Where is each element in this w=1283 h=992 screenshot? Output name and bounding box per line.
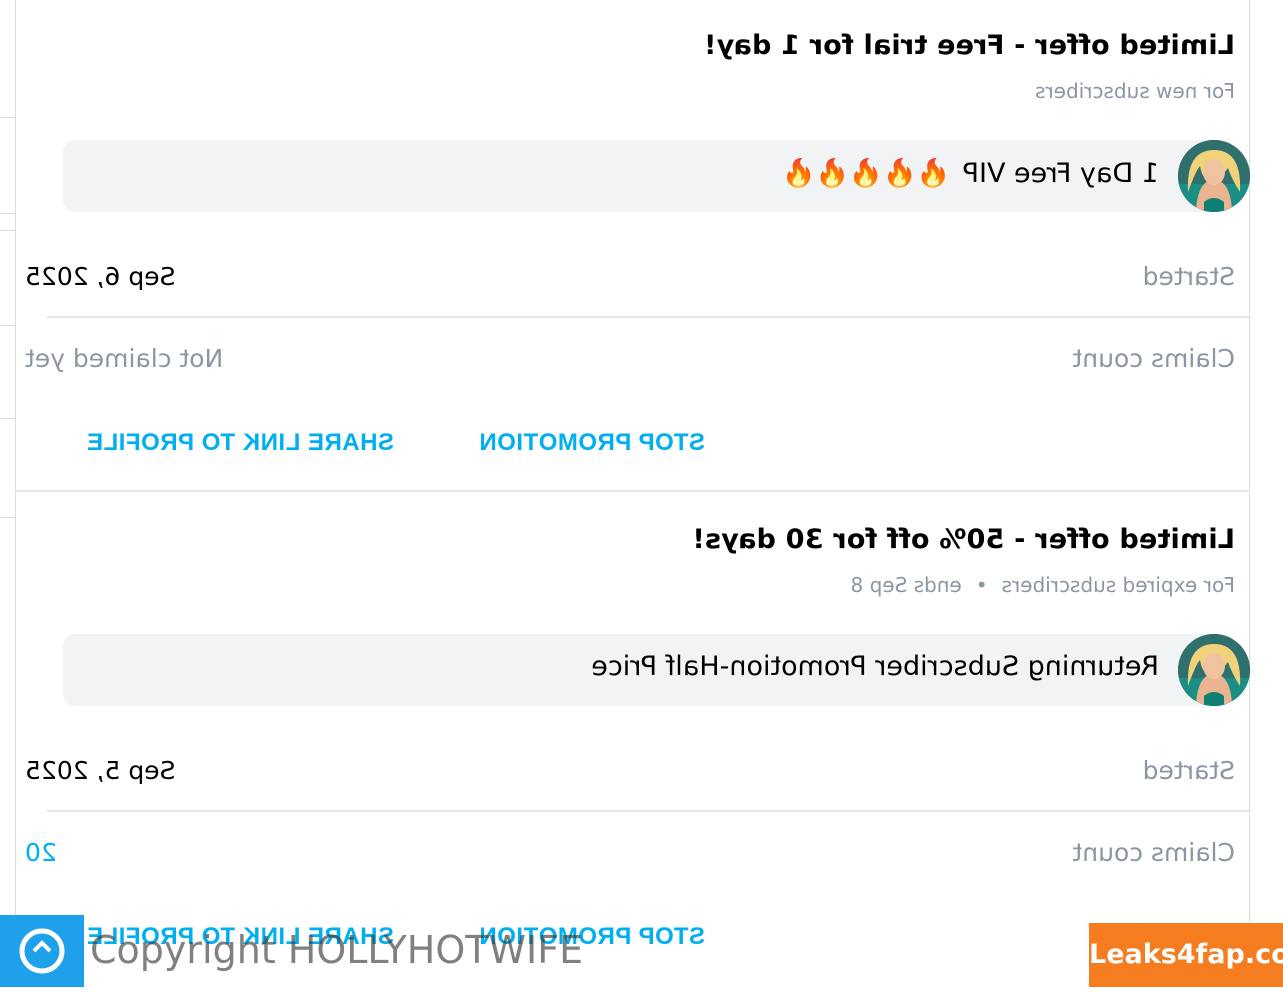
gutter-divider bbox=[0, 325, 16, 326]
promotion-message: Returning Subscriber Promotion-Half Pric… bbox=[63, 634, 1250, 706]
fire-emoji-icons: 🔥🔥🔥🔥🔥 bbox=[782, 158, 951, 189]
message-label: 1 Day Free VIP bbox=[962, 158, 1159, 189]
promotion-audience: For new subscribers bbox=[1035, 79, 1235, 103]
card-separator bbox=[15, 490, 1250, 492]
site-watermark: Leaks4fap.com bbox=[1089, 923, 1283, 987]
message-text: 1 Day Free VIP 🔥🔥🔥🔥🔥 bbox=[782, 157, 1159, 189]
promotions-view: Limited offer - Free trial for 1 day! Fo… bbox=[0, 0, 1283, 987]
separator-dot: • bbox=[975, 573, 988, 597]
gutter-divider bbox=[0, 517, 16, 518]
share-link-button[interactable]: SHARE LINK TO PROFILE bbox=[87, 429, 394, 457]
watermark-logo-icon bbox=[0, 915, 84, 987]
stop-promotion-button[interactable]: STOP PROMOTION bbox=[479, 429, 705, 457]
promotion-title: Limited offer - Free trial for 1 day! bbox=[703, 30, 1235, 61]
promotion-title: Limited offer - 50% off for 30 days! bbox=[692, 524, 1235, 555]
started-label: Started bbox=[1142, 262, 1235, 291]
started-value: Sep 6, 2025 bbox=[25, 262, 176, 291]
message-text: Returning Subscriber Promotion-Half Pric… bbox=[591, 651, 1159, 682]
claims-label: Claims count bbox=[1072, 838, 1235, 867]
started-value: Sep 5, 2025 bbox=[25, 756, 176, 785]
left-gutter bbox=[1249, 0, 1283, 987]
row-divider bbox=[47, 810, 1251, 812]
right-gutter bbox=[0, 0, 16, 987]
claims-label: Claims count bbox=[1072, 344, 1235, 373]
claims-value: Not claimed yet bbox=[25, 344, 224, 373]
gutter-divider bbox=[0, 213, 16, 214]
gutter-divider bbox=[0, 418, 16, 419]
row-divider bbox=[47, 316, 1251, 318]
claims-value[interactable]: 20 bbox=[25, 838, 57, 867]
avatar[interactable] bbox=[1178, 634, 1250, 706]
gutter-divider bbox=[0, 117, 16, 118]
message-label: Returning Subscriber Promotion-Half Pric… bbox=[591, 651, 1159, 682]
promotion-ends: ends Sep 8 bbox=[850, 573, 962, 597]
gutter-divider bbox=[0, 230, 16, 231]
audience-text: For new subscribers bbox=[1035, 79, 1235, 103]
started-label: Started bbox=[1142, 756, 1235, 785]
promotion-message: 1 Day Free VIP 🔥🔥🔥🔥🔥 bbox=[63, 140, 1250, 212]
panel-border bbox=[15, 0, 16, 987]
promotion-audience: For expired subscribers • ends Sep 8 bbox=[851, 573, 1235, 597]
avatar[interactable] bbox=[1178, 140, 1250, 212]
copyright-watermark: Copyright HOLLYHOTWIFE bbox=[90, 928, 584, 972]
audience-text: For expired subscribers bbox=[1001, 573, 1235, 597]
